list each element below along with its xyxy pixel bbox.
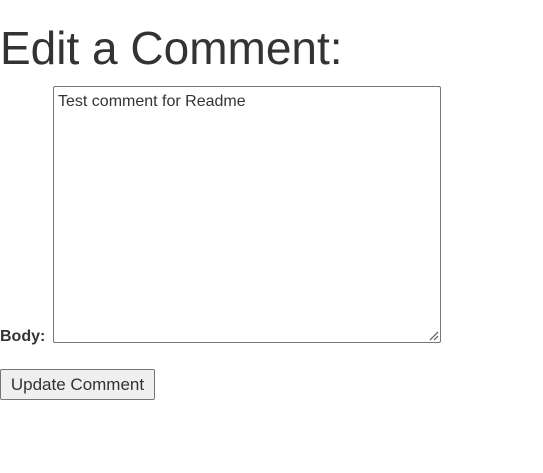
update-comment-button[interactable]: Update Comment (0, 369, 155, 400)
page-title: Edit a Comment: (0, 22, 343, 74)
edit-comment-page: Edit a Comment: Body: Test comment for R… (0, 0, 543, 473)
body-textarea[interactable]: Test comment for Readme (53, 86, 441, 343)
resize-handle-icon[interactable] (427, 329, 439, 341)
body-label: Body: (0, 328, 46, 345)
